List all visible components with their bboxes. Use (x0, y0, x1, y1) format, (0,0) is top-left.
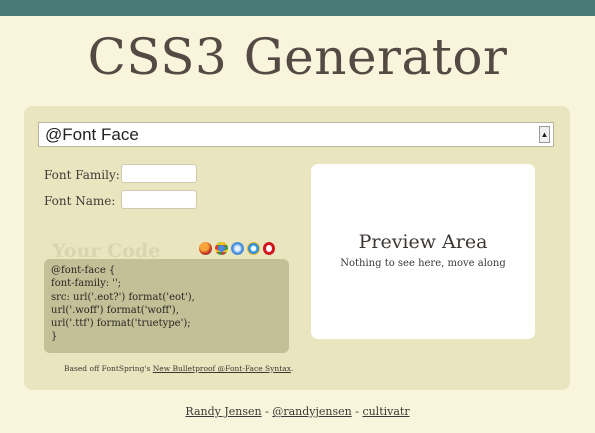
opera-icon (263, 242, 275, 255)
code-line: url('.woff') format('woff'), (51, 304, 179, 316)
credit-prefix: Based off FontSpring's (64, 364, 153, 373)
preview-area: Preview Area Nothing to see here, move a… (311, 164, 535, 339)
preview-subtitle: Nothing to see here, move along (340, 258, 506, 269)
preview-title: Preview Area (358, 231, 488, 253)
generator-panel: @Font Face ▲ Font Family: Font Name: You… (24, 106, 570, 390)
code-line: src: url('.eot?') format('eot'), (51, 291, 195, 303)
font-family-label: Font Family: (44, 168, 120, 182)
code-line: @font-face { (51, 265, 116, 276)
chrome-icon (215, 242, 228, 255)
footer-separator: - (351, 405, 363, 418)
code-line: } (51, 331, 58, 343)
firefox-icon (199, 242, 212, 255)
font-name-label: Font Name: (44, 194, 116, 208)
author-link[interactable]: Randy Jensen (185, 405, 261, 418)
twitter-link[interactable]: @randyjensen (272, 405, 351, 418)
generator-type-select[interactable]: @Font Face ▲ (38, 122, 554, 147)
code-output[interactable]: @font-face { font-family: ''; src: url('… (44, 259, 289, 353)
top-bar (0, 0, 595, 16)
page-title: CSS3 Generator (87, 28, 508, 86)
fontspring-syntax-link[interactable]: New Bulletproof @Font-Face Syntax (153, 364, 291, 373)
credit-suffix: . (290, 364, 294, 373)
code-line: font-family: ''; (51, 278, 122, 290)
company-link[interactable]: cultivatr (362, 405, 409, 418)
font-name-input[interactable] (121, 190, 197, 209)
credit-note: Based off FontSpring's New Bulletproof @… (64, 364, 293, 373)
safari-icon (231, 242, 244, 255)
footer: Randy Jensen - @randyjensen - cultivatr (0, 405, 595, 418)
select-value: @Font Face (45, 125, 139, 144)
chevron-down-icon[interactable]: ▲ (539, 126, 550, 143)
code-line: url('.ttf') format('truetype'); (51, 318, 191, 330)
footer-separator: - (261, 405, 273, 418)
font-family-input[interactable] (121, 164, 197, 183)
ie-icon (247, 242, 260, 255)
